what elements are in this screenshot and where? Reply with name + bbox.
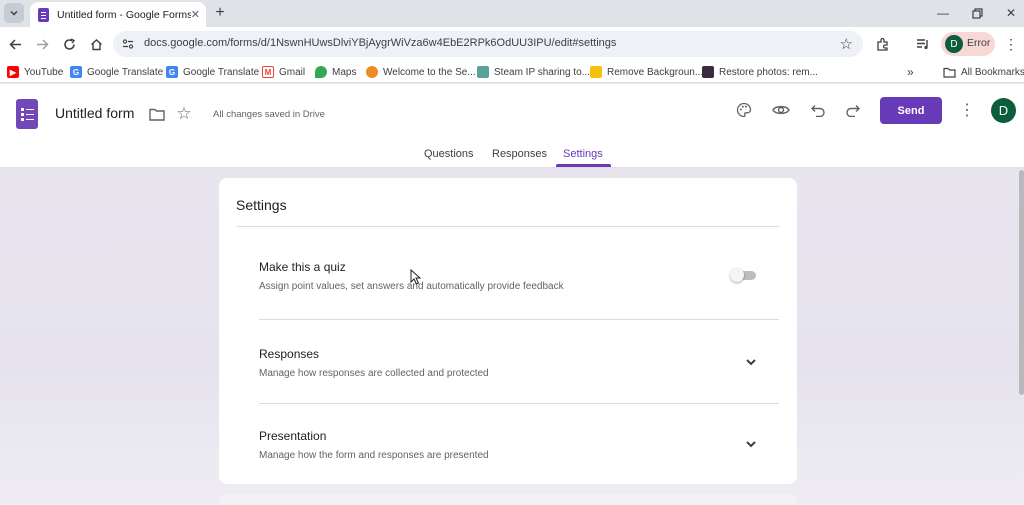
media-controls-icon[interactable] <box>913 34 933 54</box>
more-bookmarks-icon[interactable]: » <box>907 65 914 79</box>
page-scrollbar[interactable] <box>1019 170 1024 395</box>
toggle-knob <box>730 268 744 282</box>
responses-setting[interactable]: Responses Manage how responses are colle… <box>259 347 489 379</box>
quiz-toggle[interactable] <box>730 268 757 282</box>
undo-icon[interactable] <box>807 99 829 121</box>
bookmark-item[interactable]: Restore photos: rem... <box>702 65 818 79</box>
new-tab-button[interactable]: + <box>210 3 230 23</box>
url-text: docs.google.com/forms/d/1NswnHUwsDlviYBj… <box>144 37 617 49</box>
palette-icon[interactable] <box>733 99 755 121</box>
tab-responses[interactable]: Responses <box>492 148 547 160</box>
bookmark-label: Google Translate <box>87 66 164 78</box>
remove-bg-icon <box>590 66 602 78</box>
bookmark-item[interactable]: Welcome to the Se... <box>366 65 476 79</box>
all-bookmarks-label: All Bookmarks <box>961 66 1024 78</box>
responses-setting-title: Responses <box>259 347 320 361</box>
chevron-down-icon[interactable] <box>744 355 758 369</box>
steam-icon <box>477 66 489 78</box>
folder-icon[interactable] <box>146 103 168 125</box>
bookmark-star-icon[interactable]: ☆ <box>840 35 853 53</box>
active-tab-indicator <box>556 164 611 167</box>
gmail-icon: M <box>262 66 274 78</box>
restore-icon[interactable] <box>967 4 987 22</box>
minimize-icon[interactable]: — <box>933 4 953 22</box>
forms-header: Untitled form ☆ All changes saved in Dri… <box>0 84 1024 168</box>
window-close-icon[interactable]: ✕ <box>1001 4 1021 22</box>
bookmark-label: Google Translate <box>183 66 260 78</box>
star-icon[interactable]: ☆ <box>173 103 195 125</box>
google-forms-icon <box>38 7 49 22</box>
browser-tab[interactable]: Untitled form - Google Forms ✕ <box>30 2 206 27</box>
bookmark-label: YouTube <box>24 66 64 78</box>
translate-icon: G <box>166 66 178 78</box>
tab-search-button[interactable] <box>4 3 24 23</box>
tab-questions[interactable]: Questions <box>424 148 474 160</box>
translate-icon: G <box>70 66 82 78</box>
browser-tab-bar: Untitled form - Google Forms ✕ + — ✕ <box>0 0 1024 27</box>
bookmark-label: Gmail <box>279 66 306 78</box>
divider <box>259 403 779 404</box>
reload-icon[interactable] <box>59 34 79 54</box>
bookmark-label: Restore photos: rem... <box>719 66 818 78</box>
preview-eye-icon[interactable] <box>770 99 792 121</box>
bookmark-item[interactable]: M Gmail <box>262 65 305 79</box>
chevron-down-icon[interactable] <box>744 437 758 451</box>
divider <box>259 319 779 320</box>
settings-heading: Settings <box>236 197 287 213</box>
all-bookmarks[interactable]: All Bookmarks <box>943 65 1024 79</box>
bookmark-label: Steam IP sharing to... <box>494 66 590 78</box>
send-button[interactable]: Send <box>880 97 942 124</box>
site-icon <box>366 66 378 78</box>
bookmark-label: Maps <box>332 66 357 78</box>
browser-toolbar: docs.google.com/forms/d/1NswnHUwsDlviYBj… <box>0 27 1024 61</box>
bookmark-item[interactable]: ▶ YouTube <box>7 65 63 79</box>
user-avatar[interactable]: D <box>991 98 1016 123</box>
bookmark-item[interactable]: Steam IP sharing to... <box>477 65 590 79</box>
profile-status: Error <box>967 37 991 49</box>
browser-tab-title: Untitled form - Google Forms <box>57 8 191 21</box>
presentation-setting[interactable]: Presentation Manage how the form and res… <box>259 429 489 461</box>
more-options-icon[interactable]: ⋮ <box>956 99 978 121</box>
profile-avatar: D <box>945 35 963 53</box>
bookmark-item[interactable]: G Google Translate <box>70 65 163 79</box>
bookmarks-bar: ▶ YouTube G Google Translate G Google Tr… <box>0 61 1024 83</box>
bookmark-item[interactable]: Maps <box>315 65 356 79</box>
extensions-icon[interactable] <box>873 34 893 54</box>
profile-chip[interactable]: D Error <box>941 32 995 56</box>
back-arrow-icon[interactable] <box>5 34 25 54</box>
form-title[interactable]: Untitled form <box>55 105 134 121</box>
bookmark-label: Welcome to the Se... <box>383 66 476 78</box>
presentation-setting-title: Presentation <box>259 429 327 443</box>
chevron-down-icon <box>10 10 18 16</box>
youtube-icon: ▶ <box>7 66 19 78</box>
close-icon[interactable]: ✕ <box>191 8 200 21</box>
mouse-cursor-icon <box>410 269 422 285</box>
divider <box>237 226 779 227</box>
site-info-icon[interactable] <box>122 38 134 50</box>
forward-arrow-icon[interactable] <box>32 34 52 54</box>
bookmark-label: Remove Backgroun... <box>607 66 704 78</box>
responses-setting-description: Manage how responses are collected and p… <box>259 368 489 379</box>
home-icon[interactable] <box>86 34 106 54</box>
browser-menu-icon[interactable]: ⋮ <box>1001 34 1021 54</box>
save-status: All changes saved in Drive <box>213 109 325 120</box>
bookmark-item[interactable]: G Google Translate <box>166 65 259 79</box>
restore-icon <box>702 66 714 78</box>
settings-card: Settings Make this a quiz Assign point v… <box>219 178 797 484</box>
next-settings-card <box>219 494 797 505</box>
maps-icon <box>315 66 327 78</box>
bookmark-item[interactable]: Remove Backgroun... <box>590 65 703 79</box>
tab-settings[interactable]: Settings <box>563 148 603 160</box>
presentation-setting-description: Manage how the form and responses are pr… <box>259 450 489 461</box>
redo-icon[interactable] <box>842 99 864 121</box>
address-bar[interactable]: docs.google.com/forms/d/1NswnHUwsDlviYBj… <box>113 31 863 57</box>
google-forms-logo-icon[interactable] <box>16 99 38 129</box>
folder-icon <box>943 67 956 78</box>
